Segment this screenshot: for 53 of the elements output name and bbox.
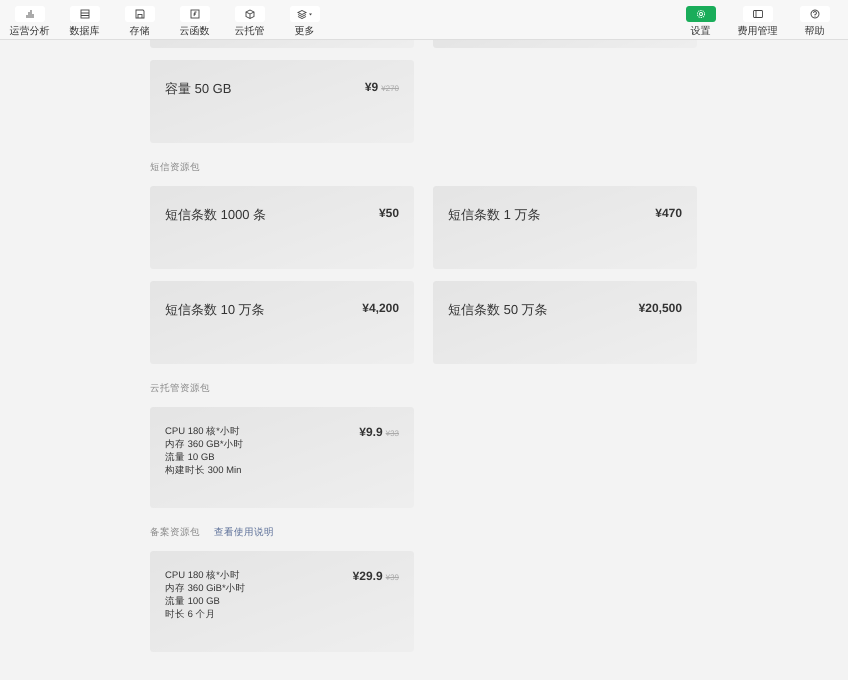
toolbar-button[interactable]: 更多 [279, 0, 330, 39]
toolbar-button[interactable]: 存储 [114, 0, 165, 39]
toolbar-button[interactable]: 设置 [675, 0, 726, 39]
package-card[interactable]: 短信条数 50 万条 ¥20,500 [433, 281, 697, 364]
price: ¥4,200 [362, 301, 399, 315]
sidebar-icon [752, 9, 762, 19]
package-description: 短信条数 10 万条 [165, 301, 265, 319]
cube-icon [244, 9, 254, 19]
toolbar-button[interactable]: 数据库 [59, 0, 110, 39]
price: ¥29.9 [352, 569, 383, 583]
package-description: 流量 100 GB [165, 595, 221, 608]
package-description: 短信条数 50 万条 [448, 301, 548, 319]
package-description: 短信条数 1 万条 [448, 206, 540, 224]
price: ¥50 [378, 206, 399, 220]
section-title: 短信资源包 [150, 161, 200, 174]
price: ¥9.9 [359, 425, 383, 439]
help-icon [810, 9, 820, 19]
price: ¥9 [364, 80, 378, 94]
package-description: 短信条数 1000 条 [165, 206, 266, 224]
package-description: 内存 360 GB*小时 [165, 438, 244, 451]
package-card[interactable]: CPU 180 核*小时 内存 360 GiB*小时 流量 100 GB 时长 6 个月 ¥29.9 ¥39 [150, 551, 414, 652]
original-price: ¥39 [386, 573, 399, 582]
table-icon [80, 9, 90, 19]
package-card[interactable]: 容量 50 GB ¥9 ¥270 [150, 60, 414, 143]
toolbar-button[interactable]: 云函数 [169, 0, 220, 39]
package-description: 容量 50 GB [165, 80, 232, 98]
bar-chart-icon [24, 9, 34, 19]
package-card[interactable]: 短信条数 1000 条 ¥50 [150, 186, 414, 269]
price: ¥470 [655, 206, 682, 220]
toolbar-button[interactable]: 运营分析 [4, 0, 55, 39]
layers-icon [296, 9, 312, 19]
original-price: ¥270 [381, 84, 399, 93]
package-card[interactable] [150, 40, 414, 48]
package-description: 内存 360 GiB*小时 [165, 582, 246, 595]
toolbar-button[interactable]: 云托管 [224, 0, 275, 39]
price: ¥20,500 [638, 301, 682, 315]
function-icon [190, 9, 200, 19]
package-description: 构建时长 300 Min [165, 464, 242, 477]
package-description: 时长 6 个月 [165, 608, 217, 621]
package-description: 流量 10 GB [165, 451, 216, 464]
package-card[interactable] [433, 40, 697, 48]
toolbar-button[interactable]: 帮助 [789, 0, 840, 39]
toolbar-button[interactable]: 费用管理 [732, 0, 783, 39]
section-title: 云托管资源包 [150, 382, 210, 395]
package-description: CPU 180 核*小时 [165, 569, 241, 582]
section-title: 备案资源包 [150, 526, 200, 539]
package-description: CPU 180 核*小时 [165, 425, 241, 438]
package-card[interactable]: 短信条数 1 万条 ¥470 [433, 186, 697, 269]
gear-icon [696, 9, 706, 19]
package-card[interactable]: CPU 180 核*小时 内存 360 GB*小时 流量 10 GB 构建时长 300 Min ¥9.9 ¥33 [150, 407, 414, 508]
original-price: ¥33 [386, 429, 399, 438]
package-card[interactable]: 短信条数 10 万条 ¥4,200 [150, 281, 414, 364]
help-link[interactable]: 查看使用说明 [214, 526, 274, 539]
